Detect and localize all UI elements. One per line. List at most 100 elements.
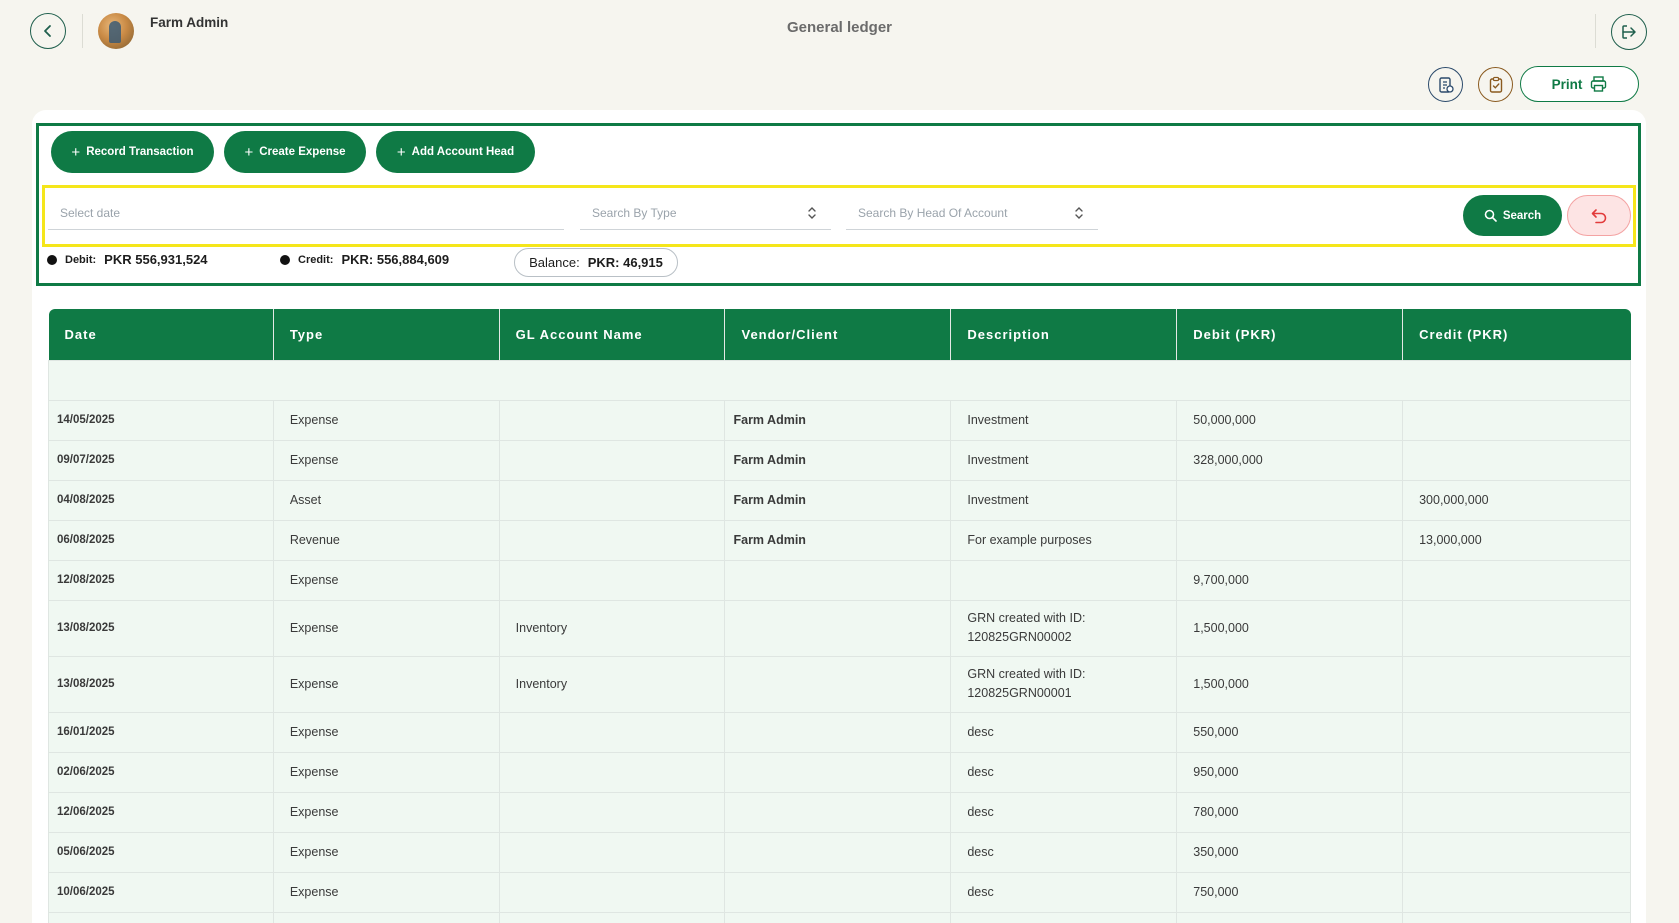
clipboard-button[interactable] [1478,67,1513,102]
printer-icon [1591,76,1607,92]
cell-desc: Investment [950,479,1178,521]
cell-vendor: Farm Admin [724,439,952,481]
head-placeholder: Search By Head Of Account [858,205,1008,220]
table-row[interactable]: 14/05/2025 Expense Farm Admin Investment 50,… [48,399,1631,441]
cell-gl: Inventory [498,655,726,713]
cell-debit: 350,000 [1176,831,1404,873]
cell-desc: Investment [950,439,1178,481]
table-row[interactable]: 13/08/2025 Expense Inventory GRN created wi… [48,599,1631,657]
column-header[interactable]: Type [273,309,500,360]
cell-gl [498,751,726,793]
cell-gl [498,559,726,601]
cell-type: Expense [272,791,500,833]
table-row[interactable]: 12/08/2025 Expense 9,700,000 [48,559,1631,601]
table-row[interactable]: 09/07/2025 Expense Farm Admin Investment 328… [48,439,1631,481]
record-transaction-button[interactable]: + Record Transaction [51,131,214,173]
table-row[interactable]: 05/06/2025 Expense desc 350,000 [48,831,1631,873]
cell-debit: 328,000,000 [1176,439,1404,481]
add-account-head-button[interactable]: + Add Account Head [376,131,535,173]
cell-credit: 13,000,000 [1402,519,1631,561]
cell-vendor [724,559,952,601]
reset-button[interactable] [1567,195,1631,236]
table-row[interactable]: 04/08/2025ExpenseInventory GRN created wi… [48,911,1631,923]
cell-type: Expense [272,751,500,793]
column-header[interactable]: Vendor/Client [724,309,952,360]
cell-desc: desc [950,831,1178,873]
cell-type: Expense [272,599,500,657]
cell-date: 02/06/2025 [48,751,274,793]
print-label: Print [1551,76,1583,92]
cell-debit: 950,000 [1176,751,1404,793]
cell-desc: For example purposes [950,519,1178,561]
table-row[interactable]: 04/08/2025 Asset Farm Admin Investment 300,0… [48,479,1631,521]
table-spacer-row [48,359,1631,401]
table-row[interactable]: 10/06/2025 Expense desc 750,000 [48,871,1631,913]
print-button[interactable]: Print [1520,66,1639,102]
cell-credit [1402,599,1631,657]
cell-date: 05/06/2025 [48,831,274,873]
cell-vendor: Farm Admin [724,399,952,441]
column-header[interactable]: Description [950,309,1178,360]
cell-gl [498,711,726,753]
cell-desc: GRN created with ID: 120825GRN00002 [950,599,1178,657]
debit-label: Debit: [65,253,97,266]
table-body: 14/05/2025 Expense Farm Admin Investment 50,… [48,359,1631,923]
debit-summary: Debit: PKR 556,931,524 [47,252,208,267]
bullet-icon [280,254,290,265]
cell-credit [1402,559,1631,601]
cell-gl [498,439,726,481]
cell-vendor [724,599,952,657]
create-expense-label: Create Expense [259,146,346,158]
cell-debit: 9,700,000 [1176,559,1404,601]
balance-badge: Balance: PKR: 46,915 [514,248,678,277]
cell-desc: desc [950,791,1178,833]
cell-credit [1402,655,1631,713]
table-row[interactable]: 02/06/2025 Expense desc 950,000 [48,751,1631,793]
search-button[interactable]: Search [1463,195,1562,236]
column-header[interactable]: Date [48,309,274,360]
cell-type: Expense [272,711,500,753]
cell-desc: GRN created with ID: 120825GRN00001 [950,655,1178,713]
cell-credit [1402,791,1631,833]
type-placeholder: Search By Type [592,205,677,220]
cell-date: 13/08/2025 [48,599,274,657]
bullet-icon [47,254,57,265]
date-picker-input[interactable]: Select date [48,196,564,230]
table-row[interactable]: 16/01/2025 Expense desc 550,000 [48,711,1631,753]
cell-type: Expense [272,831,500,873]
cell-debit: 550,000 [1176,711,1404,753]
type-select[interactable]: Search By Type [580,196,831,230]
logout-button[interactable] [1611,14,1647,50]
cell-desc: Investment [950,399,1178,441]
cell-date: 12/08/2025 [48,559,274,601]
column-header[interactable]: Credit (PKR) [1402,309,1631,360]
cell-gl: Inventory [498,911,726,923]
cell-date: 10/06/2025 [48,871,274,913]
table-row[interactable]: 13/08/2025 Expense Inventory GRN created wi… [48,655,1631,713]
cell-vendor [724,711,952,753]
account-head-select[interactable]: Search By Head Of Account [846,196,1098,230]
cell-date: 13/08/2025 [48,655,274,713]
column-header[interactable]: GL Account Name [499,309,726,360]
add-account-head-label: Add Account Head [411,146,515,158]
record-transaction-label: Record Transaction [86,146,194,158]
table-row[interactable]: 12/06/2025 Expense desc 780,000 [48,791,1631,833]
cell-debit [1176,519,1404,561]
cell-gl [498,871,726,913]
logout-icon [1622,25,1636,39]
column-header[interactable]: Debit (PKR) [1176,309,1404,360]
cell-date: 04/08/2025 [48,479,274,521]
cell-type: Expense [272,911,500,923]
cell-date: 09/07/2025 [48,439,274,481]
cell-type: Expense [272,559,500,601]
cell-vendor: Farm Admin [724,479,952,521]
create-expense-button[interactable]: + Create Expense [224,131,366,173]
report-button[interactable] [1428,67,1463,102]
cell-debit: 1,500,000 [1176,655,1404,713]
cell-desc [950,559,1178,601]
table-row[interactable]: 06/08/2025 Revenue Farm Admin For example p… [48,519,1631,561]
cell-type: Revenue [272,519,500,561]
cell-gl [498,399,726,441]
credit-total: PKR: 556,884,609 [341,252,450,267]
cell-type: Expense [272,439,500,481]
